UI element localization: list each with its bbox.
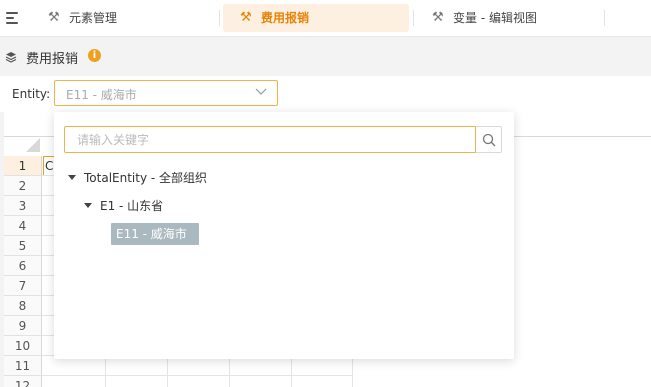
row-header[interactable]: 1: [4, 156, 42, 176]
chevron-down-icon: [255, 88, 267, 95]
tree-node-label: E1 - 山东省: [100, 199, 164, 213]
tree-search: [64, 126, 502, 153]
tree-node-e11[interactable]: E11 - 威海市: [111, 223, 199, 245]
tab-element-management[interactable]: ⚒ 元素管理: [36, 4, 206, 32]
row-header[interactable]: 2: [4, 176, 42, 196]
layers-icon: [5, 52, 17, 63]
element-management-icon: ⚒: [48, 10, 60, 25]
search-button[interactable]: [475, 126, 502, 153]
expense-icon: ⚒: [240, 10, 252, 25]
row-header[interactable]: 11: [4, 356, 42, 376]
row-gridline: [42, 375, 352, 376]
row-header[interactable]: 7: [4, 276, 42, 296]
entity-dropdown: TotalEntity - 全部组织 E1 - 山东省 E11 - 威海市: [54, 112, 514, 359]
caret-down-icon[interactable]: [68, 175, 76, 180]
tab-label: 元素管理: [69, 11, 118, 25]
page-title: 费用报销: [26, 52, 79, 67]
row-header[interactable]: 8: [4, 296, 42, 316]
tab-divider: [413, 10, 414, 26]
filter-bar: Entity: E11 - 威海市: [0, 76, 651, 112]
row-header[interactable]: 3: [4, 196, 42, 216]
menu-icon[interactable]: [6, 11, 20, 25]
tab-expense[interactable]: ⚒ 费用报销: [223, 4, 409, 32]
search-input[interactable]: [64, 126, 476, 153]
tab-bar: ⚒ 元素管理 ⚒ 费用报销 ⚒ 变量 - 编辑视图: [0, 0, 651, 37]
caret-down-icon[interactable]: [84, 203, 92, 208]
row-header[interactable]: 5: [4, 236, 42, 256]
row-header[interactable]: 6: [4, 256, 42, 276]
variable-icon: ⚒: [432, 10, 444, 25]
tree-node-label: TotalEntity - 全部组织: [84, 171, 208, 185]
row-header[interactable]: 9: [4, 316, 42, 336]
row-header[interactable]: 12: [4, 376, 42, 387]
tab-label: 费用报销: [261, 11, 310, 25]
tab-divider: [219, 10, 220, 26]
entity-select-value: E11 - 威海市: [66, 88, 137, 102]
row-header[interactable]: 10: [4, 336, 42, 356]
entity-label: Entity:: [12, 87, 51, 101]
row-header[interactable]: 4: [4, 216, 42, 236]
tab-divider: [604, 10, 605, 26]
page-header: 费用报销 i: [0, 37, 651, 75]
search-icon: [482, 133, 496, 147]
tab-variable-edit-view[interactable]: ⚒ 变量 - 编辑视图: [418, 4, 598, 32]
info-icon[interactable]: i: [88, 49, 101, 62]
tab-label: 变量 - 编辑视图: [453, 11, 537, 25]
entity-select[interactable]: E11 - 威海市: [54, 80, 278, 106]
tree-node-label: E11 - 威海市: [116, 227, 187, 241]
sheet-corner[interactable]: [26, 138, 40, 152]
